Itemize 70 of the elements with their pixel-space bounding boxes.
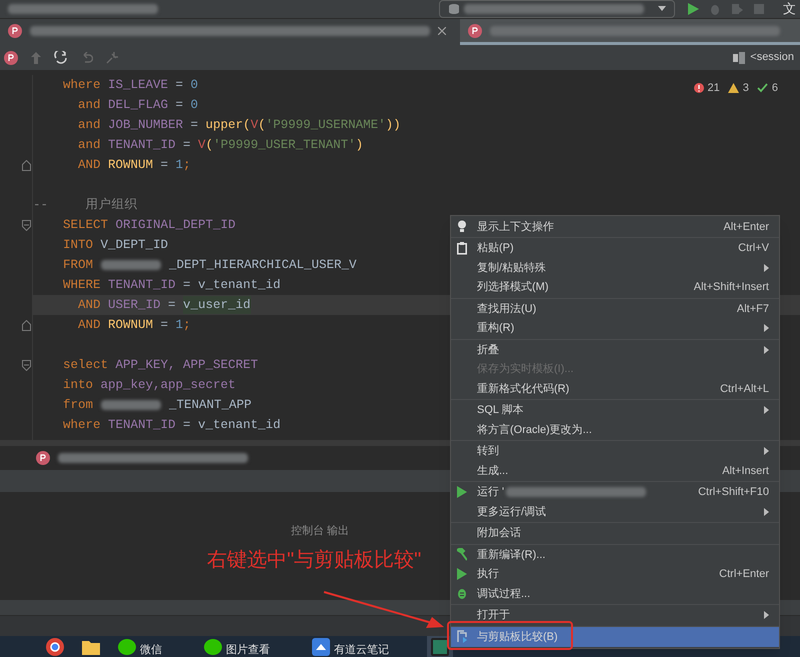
chat-bubble-icon[interactable]: [118, 638, 136, 656]
warning-count[interactable]: 3: [742, 80, 749, 96]
play-icon: [457, 486, 467, 499]
menu-item[interactable]: 重构(R): [451, 318, 779, 338]
undo-icon[interactable]: [81, 52, 93, 64]
fold-icon[interactable]: [22, 160, 31, 170]
menu-item[interactable]: 复制/粘贴特殊: [451, 258, 779, 278]
menu-item[interactable]: 将方言(Oracle)更改为...: [451, 420, 779, 440]
lightbulb-icon: [457, 220, 467, 234]
taskbar-label[interactable]: 微信: [140, 643, 162, 657]
database-icon: [448, 3, 460, 15]
database-badge-icon: [468, 24, 482, 38]
menu-item[interactable]: 列选择模式(M) Alt+Shift+Insert: [451, 278, 779, 297]
console-empty-text: 控制台 输出: [290, 524, 350, 539]
play-icon: [457, 568, 467, 581]
menu-item[interactable]: 查找用法(U) Alt+F7: [451, 299, 779, 318]
editor-tab[interactable]: [460, 19, 800, 45]
menu-item[interactable]: 运行 ' Ctrl+Shift+F10: [451, 482, 779, 502]
bug-icon: [457, 587, 467, 600]
up-arrow-icon[interactable]: [31, 52, 41, 64]
run-icon[interactable]: [687, 3, 699, 15]
submenu-arrow-icon: [764, 508, 769, 516]
hammer-icon: [457, 548, 467, 562]
error-icon[interactable]: [694, 83, 704, 94]
taskbar-label[interactable]: 有道云笔记: [334, 643, 389, 657]
menu-item[interactable]: 转到: [451, 442, 779, 461]
clipboard-icon: [457, 242, 467, 255]
menu-item[interactable]: 生成... Alt+Insert: [451, 461, 779, 480]
fold-icon[interactable]: [22, 320, 31, 330]
refresh-icon[interactable]: [54, 50, 68, 64]
run-config-dropdown[interactable]: [439, 0, 675, 18]
menu-item[interactable]: 显示上下文操作 Alt+Enter: [451, 217, 779, 236]
menu-item[interactable]: 附加会话: [451, 524, 779, 543]
fold-icon[interactable]: [22, 220, 31, 230]
annotation-text: 右键选中"与剪贴板比较": [207, 548, 422, 573]
caret-icon: [658, 6, 666, 12]
menu-item[interactable]: 折叠: [451, 340, 779, 360]
submenu-arrow-icon: [764, 447, 769, 456]
database-badge-icon: [36, 451, 50, 465]
submenu-arrow-icon: [764, 406, 769, 414]
close-icon[interactable]: [438, 26, 446, 34]
menu-item[interactable]: SQL 脚本: [451, 400, 779, 420]
submenu-arrow-icon: [764, 611, 769, 620]
menu-item[interactable]: 打开于: [451, 606, 779, 625]
menu-item[interactable]: 更多运行/调试: [451, 502, 779, 522]
submenu-arrow-icon: [764, 264, 769, 272]
chat-bubble-icon[interactable]: [204, 638, 222, 656]
notes-icon[interactable]: [312, 638, 330, 656]
check-icon[interactable]: [756, 83, 768, 94]
session-icon: [733, 52, 746, 64]
menu-item[interactable]: 重新格式化代码(R) Ctrl+Alt+L: [451, 379, 779, 398]
error-count[interactable]: 21: [708, 80, 720, 96]
folder-icon[interactable]: [82, 638, 100, 656]
menu-item[interactable]: 调试过程...: [451, 584, 779, 604]
database-badge-icon: [4, 50, 18, 64]
check-count[interactable]: 6: [772, 80, 778, 96]
session-label[interactable]: <session: [750, 49, 794, 66]
fold-icon[interactable]: [22, 360, 31, 370]
translate-label[interactable]: 文: [783, 0, 796, 19]
taskbar-label[interactable]: 图片查看: [226, 643, 270, 657]
menu-item[interactable]: 执行 Ctrl+Enter: [451, 564, 779, 584]
database-badge-icon: [8, 24, 22, 38]
diff-icon: [457, 630, 467, 644]
commit-icon[interactable]: [106, 52, 118, 64]
submenu-arrow-icon: [764, 346, 769, 354]
menu-item[interactable]: 粘贴(P) Ctrl+V: [451, 238, 779, 258]
menu-item[interactable]: 重新编译(R)...: [451, 545, 779, 564]
database-app-icon: [431, 638, 449, 656]
submenu-arrow-icon: [764, 324, 769, 332]
browser-icon[interactable]: [46, 638, 64, 656]
